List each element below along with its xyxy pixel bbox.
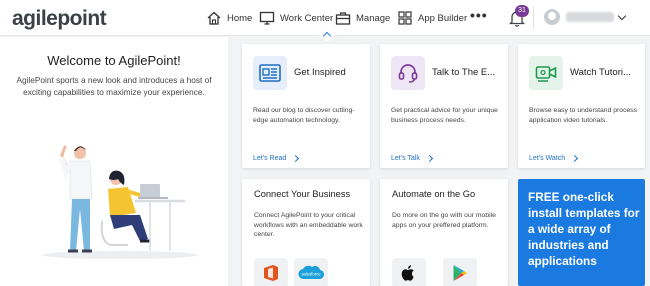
card-description: Connect AgilePoint to your critical work… — [254, 212, 363, 238]
avatar[interactable] — [544, 9, 560, 25]
promo-text: FREE one-click install templates for a w… — [528, 190, 640, 268]
card-icon-bg — [529, 56, 563, 90]
chevron-right-icon — [571, 154, 579, 163]
card-talk-to-expert[interactable]: Talk to The E... Get practical advice fo… — [380, 44, 508, 168]
apple-tile[interactable] — [392, 258, 426, 286]
salesforce-icon: salesforce — [298, 265, 324, 280]
home-icon — [207, 11, 221, 25]
card-connect-your-business[interactable]: Connect Your Business Connect AgilePoint… — [242, 179, 370, 286]
logo-text: agilepoint — [12, 7, 107, 30]
welcome-title: Welcome to AgilePoint! — [47, 53, 181, 68]
card-description: Browse easy to understand process applic… — [529, 107, 638, 124]
nav-manage[interactable]: Manage — [335, 9, 390, 27]
top-header: agilepoint Home Work Center Manage App B… — [0, 0, 650, 41]
notification-badge: 31 — [515, 5, 529, 17]
card-get-inspired[interactable]: Get Inspired Read our blog to discover c… — [242, 44, 370, 168]
card-icon-bg — [391, 56, 425, 90]
briefcase-icon — [335, 12, 351, 25]
card-description: Do more on the go with our mobile apps o… — [392, 212, 496, 229]
welcome-panel: Welcome to AgilePoint! AgilePoint sports… — [0, 37, 228, 286]
user-name[interactable] — [566, 12, 614, 22]
newspaper-icon — [259, 64, 281, 82]
card-description: Get practical advice for your unique bus… — [391, 107, 498, 124]
chevron-down-icon[interactable] — [617, 11, 627, 21]
card-icon-bg — [253, 56, 287, 90]
card-title: Watch Tutori... — [570, 67, 631, 78]
welcome-text: AgilePoint sports a new look and introdu… — [16, 75, 212, 97]
team-illustration — [42, 145, 198, 259]
header-divider — [533, 6, 534, 30]
card-description: Read our blog to discover cutting-edge a… — [253, 107, 355, 124]
chevron-right-icon — [292, 154, 300, 163]
card-title: Automate on the Go — [392, 189, 476, 199]
link-label: Let's Watch — [529, 155, 566, 162]
office-icon — [264, 265, 278, 281]
headset-icon — [398, 64, 418, 83]
salesforce-tile[interactable]: salesforce — [294, 258, 328, 286]
card-automate-on-the-go[interactable]: Automate on the Go Do more on the go wit… — [380, 179, 508, 286]
collapse-header-button[interactable] — [320, 31, 334, 41]
google-play-tile[interactable] — [443, 258, 477, 286]
agilepoint-logo[interactable]: agilepoint — [12, 7, 107, 31]
svg-text:salesforce: salesforce — [301, 272, 321, 277]
monitor-icon — [259, 11, 275, 25]
link-label: Let's Talk — [391, 155, 420, 162]
apple-icon — [401, 265, 414, 281]
lets-talk-link[interactable]: Let's Talk — [391, 154, 433, 163]
card-title: Talk to The E... — [432, 67, 496, 78]
card-title: Get Inspired — [294, 67, 346, 78]
chevron-right-icon — [425, 154, 433, 163]
grid-icon — [398, 11, 412, 25]
google-play-icon — [453, 265, 467, 281]
nav-home[interactable]: Home — [206, 9, 252, 27]
link-label: Let's Read — [253, 155, 287, 162]
nav-work-center[interactable]: Work Center — [259, 9, 333, 27]
video-camera-icon — [535, 66, 557, 82]
lets-watch-link[interactable]: Let's Watch — [529, 154, 579, 163]
lets-read-link[interactable]: Let's Read — [253, 154, 300, 163]
more-menu-button[interactable]: ••• — [470, 8, 488, 22]
office-tile[interactable] — [254, 258, 288, 286]
nav-app-builder-label: App Builder — [418, 12, 468, 24]
nav-manage-label: Manage — [356, 12, 391, 24]
nav-home-label: Home — [227, 12, 253, 24]
nav-app-builder[interactable]: App Builder — [397, 9, 467, 27]
card-watch-tutorials[interactable]: Watch Tutori... Browse easy to understan… — [518, 44, 645, 168]
nav-work-center-label: Work Center — [280, 12, 334, 24]
templates-promo-card[interactable]: FREE one-click install templates for a w… — [518, 179, 645, 286]
card-title: Connect Your Business — [254, 189, 351, 199]
